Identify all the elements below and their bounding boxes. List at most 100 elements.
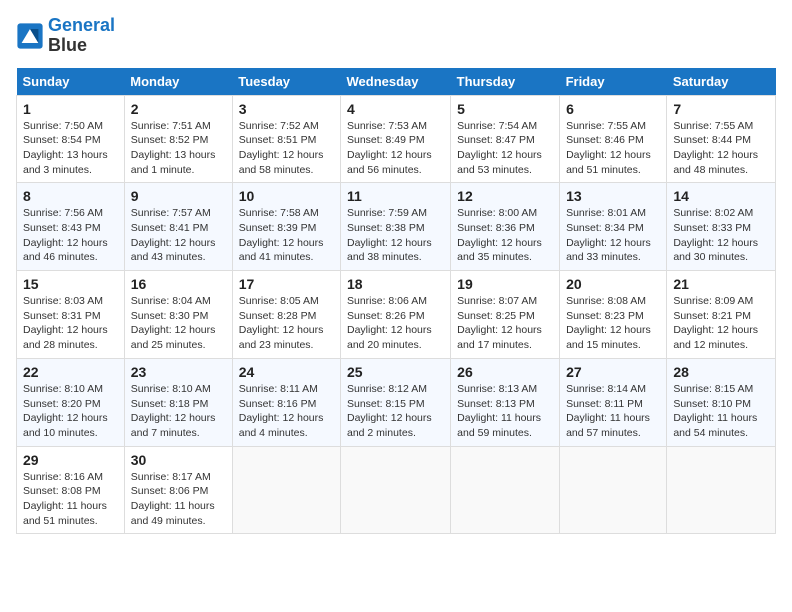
day-number: 12 [457, 188, 553, 204]
calendar-cell [340, 446, 450, 534]
calendar-cell: 15 Sunrise: 8:03 AM Sunset: 8:31 PM Dayl… [17, 271, 125, 359]
calendar-cell: 1 Sunrise: 7:50 AM Sunset: 8:54 PM Dayli… [17, 95, 125, 183]
day-info: Sunrise: 8:08 AM Sunset: 8:23 PM Dayligh… [566, 294, 660, 353]
day-number: 26 [457, 364, 553, 380]
calendar-cell: 3 Sunrise: 7:52 AM Sunset: 8:51 PM Dayli… [232, 95, 340, 183]
day-info: Sunrise: 7:53 AM Sunset: 8:49 PM Dayligh… [347, 119, 444, 178]
page-header: GeneralBlue [16, 16, 776, 56]
day-number: 22 [23, 364, 118, 380]
day-number: 10 [239, 188, 334, 204]
calendar-cell: 27 Sunrise: 8:14 AM Sunset: 8:11 PM Dayl… [560, 358, 667, 446]
day-info: Sunrise: 8:17 AM Sunset: 8:06 PM Dayligh… [131, 470, 226, 529]
day-of-week-header: Monday [124, 68, 232, 96]
day-number: 3 [239, 101, 334, 117]
calendar-cell: 8 Sunrise: 7:56 AM Sunset: 8:43 PM Dayli… [17, 183, 125, 271]
calendar-cell: 22 Sunrise: 8:10 AM Sunset: 8:20 PM Dayl… [17, 358, 125, 446]
day-info: Sunrise: 7:55 AM Sunset: 8:46 PM Dayligh… [566, 119, 660, 178]
day-number: 4 [347, 101, 444, 117]
day-number: 30 [131, 452, 226, 468]
day-number: 7 [673, 101, 769, 117]
day-info: Sunrise: 8:16 AM Sunset: 8:08 PM Dayligh… [23, 470, 118, 529]
day-of-week-header: Saturday [667, 68, 776, 96]
logo-text: GeneralBlue [48, 16, 115, 56]
calendar-cell: 20 Sunrise: 8:08 AM Sunset: 8:23 PM Dayl… [560, 271, 667, 359]
day-number: 14 [673, 188, 769, 204]
day-number: 27 [566, 364, 660, 380]
day-number: 29 [23, 452, 118, 468]
calendar-cell: 11 Sunrise: 7:59 AM Sunset: 8:38 PM Dayl… [340, 183, 450, 271]
day-of-week-header: Friday [560, 68, 667, 96]
day-info: Sunrise: 7:51 AM Sunset: 8:52 PM Dayligh… [131, 119, 226, 178]
calendar-cell: 10 Sunrise: 7:58 AM Sunset: 8:39 PM Dayl… [232, 183, 340, 271]
calendar-cell: 30 Sunrise: 8:17 AM Sunset: 8:06 PM Dayl… [124, 446, 232, 534]
day-number: 19 [457, 276, 553, 292]
calendar-cell [232, 446, 340, 534]
day-number: 23 [131, 364, 226, 380]
calendar-cell: 29 Sunrise: 8:16 AM Sunset: 8:08 PM Dayl… [17, 446, 125, 534]
day-info: Sunrise: 8:12 AM Sunset: 8:15 PM Dayligh… [347, 382, 444, 441]
calendar-cell: 24 Sunrise: 8:11 AM Sunset: 8:16 PM Dayl… [232, 358, 340, 446]
day-number: 5 [457, 101, 553, 117]
calendar-cell [560, 446, 667, 534]
day-info: Sunrise: 8:11 AM Sunset: 8:16 PM Dayligh… [239, 382, 334, 441]
day-number: 25 [347, 364, 444, 380]
logo-icon [16, 22, 44, 50]
day-info: Sunrise: 8:10 AM Sunset: 8:18 PM Dayligh… [131, 382, 226, 441]
day-info: Sunrise: 7:56 AM Sunset: 8:43 PM Dayligh… [23, 206, 118, 265]
calendar-cell: 23 Sunrise: 8:10 AM Sunset: 8:18 PM Dayl… [124, 358, 232, 446]
day-number: 15 [23, 276, 118, 292]
calendar-cell [667, 446, 776, 534]
day-info: Sunrise: 8:00 AM Sunset: 8:36 PM Dayligh… [457, 206, 553, 265]
calendar-cell: 17 Sunrise: 8:05 AM Sunset: 8:28 PM Dayl… [232, 271, 340, 359]
day-number: 13 [566, 188, 660, 204]
day-info: Sunrise: 8:10 AM Sunset: 8:20 PM Dayligh… [23, 382, 118, 441]
calendar-cell: 26 Sunrise: 8:13 AM Sunset: 8:13 PM Dayl… [451, 358, 560, 446]
calendar-cell: 7 Sunrise: 7:55 AM Sunset: 8:44 PM Dayli… [667, 95, 776, 183]
calendar-cell: 9 Sunrise: 7:57 AM Sunset: 8:41 PM Dayli… [124, 183, 232, 271]
day-of-week-header: Tuesday [232, 68, 340, 96]
day-of-week-header: Sunday [17, 68, 125, 96]
calendar-cell: 16 Sunrise: 8:04 AM Sunset: 8:30 PM Dayl… [124, 271, 232, 359]
day-number: 11 [347, 188, 444, 204]
day-info: Sunrise: 8:03 AM Sunset: 8:31 PM Dayligh… [23, 294, 118, 353]
day-of-week-header: Wednesday [340, 68, 450, 96]
day-number: 1 [23, 101, 118, 117]
day-number: 2 [131, 101, 226, 117]
calendar-cell: 28 Sunrise: 8:15 AM Sunset: 8:10 PM Dayl… [667, 358, 776, 446]
day-info: Sunrise: 8:04 AM Sunset: 8:30 PM Dayligh… [131, 294, 226, 353]
day-info: Sunrise: 8:06 AM Sunset: 8:26 PM Dayligh… [347, 294, 444, 353]
day-number: 18 [347, 276, 444, 292]
day-info: Sunrise: 8:02 AM Sunset: 8:33 PM Dayligh… [673, 206, 769, 265]
day-info: Sunrise: 7:57 AM Sunset: 8:41 PM Dayligh… [131, 206, 226, 265]
day-number: 17 [239, 276, 334, 292]
calendar-cell: 19 Sunrise: 8:07 AM Sunset: 8:25 PM Dayl… [451, 271, 560, 359]
calendar-cell: 18 Sunrise: 8:06 AM Sunset: 8:26 PM Dayl… [340, 271, 450, 359]
day-info: Sunrise: 7:58 AM Sunset: 8:39 PM Dayligh… [239, 206, 334, 265]
calendar-table: SundayMondayTuesdayWednesdayThursdayFrid… [16, 68, 776, 535]
day-number: 6 [566, 101, 660, 117]
calendar-cell: 12 Sunrise: 8:00 AM Sunset: 8:36 PM Dayl… [451, 183, 560, 271]
day-number: 9 [131, 188, 226, 204]
logo: GeneralBlue [16, 16, 115, 56]
day-info: Sunrise: 8:07 AM Sunset: 8:25 PM Dayligh… [457, 294, 553, 353]
day-info: Sunrise: 7:59 AM Sunset: 8:38 PM Dayligh… [347, 206, 444, 265]
day-info: Sunrise: 7:50 AM Sunset: 8:54 PM Dayligh… [23, 119, 118, 178]
calendar-cell: 6 Sunrise: 7:55 AM Sunset: 8:46 PM Dayli… [560, 95, 667, 183]
calendar-cell: 13 Sunrise: 8:01 AM Sunset: 8:34 PM Dayl… [560, 183, 667, 271]
day-info: Sunrise: 7:55 AM Sunset: 8:44 PM Dayligh… [673, 119, 769, 178]
day-info: Sunrise: 8:01 AM Sunset: 8:34 PM Dayligh… [566, 206, 660, 265]
calendar-cell [451, 446, 560, 534]
day-number: 24 [239, 364, 334, 380]
calendar-cell: 25 Sunrise: 8:12 AM Sunset: 8:15 PM Dayl… [340, 358, 450, 446]
day-info: Sunrise: 8:15 AM Sunset: 8:10 PM Dayligh… [673, 382, 769, 441]
day-info: Sunrise: 7:54 AM Sunset: 8:47 PM Dayligh… [457, 119, 553, 178]
day-info: Sunrise: 8:05 AM Sunset: 8:28 PM Dayligh… [239, 294, 334, 353]
day-of-week-header: Thursday [451, 68, 560, 96]
day-number: 8 [23, 188, 118, 204]
day-info: Sunrise: 7:52 AM Sunset: 8:51 PM Dayligh… [239, 119, 334, 178]
day-number: 16 [131, 276, 226, 292]
calendar-cell: 2 Sunrise: 7:51 AM Sunset: 8:52 PM Dayli… [124, 95, 232, 183]
day-info: Sunrise: 8:09 AM Sunset: 8:21 PM Dayligh… [673, 294, 769, 353]
calendar-cell: 21 Sunrise: 8:09 AM Sunset: 8:21 PM Dayl… [667, 271, 776, 359]
calendar-cell: 4 Sunrise: 7:53 AM Sunset: 8:49 PM Dayli… [340, 95, 450, 183]
